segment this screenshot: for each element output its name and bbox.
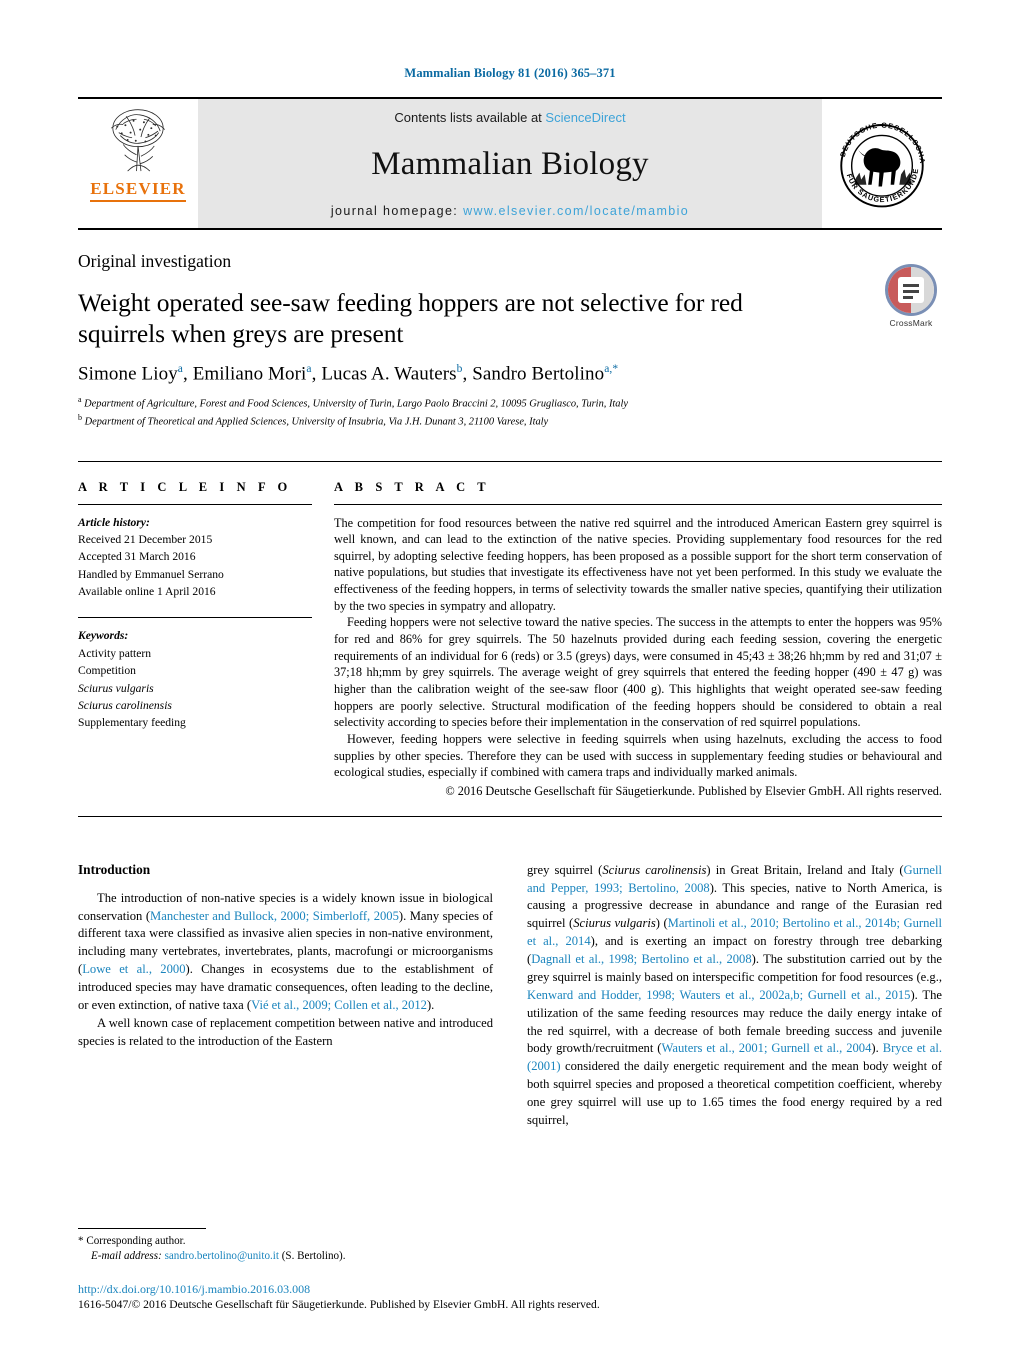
history-item: Received 21 December 2015 [78, 532, 213, 546]
body-paragraph: The introduction of non-native species i… [78, 890, 494, 1012]
journal-title: Mammalian Biology [371, 146, 649, 182]
society-logo: DEUTSCHE GESELLSCHAFT FÜR SÄUGETIERKUNDE [822, 99, 942, 228]
email-label: E-mail address: [91, 1250, 162, 1263]
body-paragraph: A well known case of replacement competi… [78, 1015, 493, 1048]
info-abstract-block: A R T I C L E I N F O Article history: R… [78, 460, 942, 800]
email-suffix: (S. Bertolino). [281, 1250, 346, 1263]
contents-prefix: Contents lists available at [394, 110, 546, 125]
abstract-rule [334, 503, 942, 505]
article-header: CrossMark Original investigation Weight … [78, 230, 942, 431]
article-info-column: A R T I C L E I N F O Article history: R… [78, 480, 334, 800]
article-history: Article history: Received 21 December 20… [78, 514, 312, 601]
article-section-type: Original investigation [78, 251, 232, 271]
footnote-text: * Corresponding author. E-mail address: … [78, 1234, 504, 1266]
affiliation-list: a Department of Agriculture, Forest and … [78, 394, 942, 430]
introduction-text-left: The introduction of non-native species i… [78, 890, 493, 1051]
introduction-heading: Introduction [78, 861, 151, 877]
affiliation-a: a Department of Agriculture, Forest and … [78, 395, 629, 410]
article-history-label: Article history: [78, 515, 150, 529]
abstract-copyright: © 2016 Deutsche Gesellschaft für Säugeti… [445, 784, 942, 799]
keyword-item: Competition [78, 664, 136, 678]
corresponding-author-footnote: * Corresponding author. E-mail address: … [78, 1227, 504, 1266]
body-paragraph: grey squirrel (Sciurus carolinensis) in … [527, 862, 943, 1127]
journal-homepage-link[interactable]: www.elsevier.com/locate/mambio [463, 204, 689, 218]
page-footer: http://dx.doi.org/10.1016/j.mambio.2016.… [78, 1281, 948, 1313]
elsevier-publisher-logo: ELSEVIER [78, 99, 198, 228]
issn-copyright-line: 1616-5047/© 2016 Deutsche Gesellschaft f… [78, 1298, 600, 1312]
journal-band: Contents lists available at ScienceDirec… [198, 99, 822, 228]
footnote-rule [78, 1227, 206, 1229]
journal-masthead: ELSEVIER Contents lists available at Sci… [78, 97, 942, 228]
article-info-rule [78, 503, 312, 505]
body-columns: Introduction The introduction of non-nat… [78, 862, 942, 1130]
crossmark-badge[interactable]: CrossMark [880, 264, 942, 328]
article-title: Weight operated see-saw feeding hoppers … [78, 288, 743, 349]
body-column-right: grey squirrel (Sciurus carolinensis) in … [527, 862, 942, 1130]
running-head: Mammalian Biology 81 (2016) 365–371 [404, 66, 616, 80]
sciencedirect-link[interactable]: ScienceDirect [545, 110, 625, 125]
keyword-item: Supplementary feeding [78, 716, 186, 730]
affiliation-b: b Department of Theoretical and Applied … [78, 413, 549, 428]
keyword-item: Activity pattern [78, 646, 152, 660]
keyword-item: Sciurus vulgaris [78, 681, 154, 695]
affiliation-b-text: Department of Theoretical and Applied Sc… [84, 416, 549, 428]
elsevier-tree-icon [111, 109, 165, 172]
society-seal-icon: DEUTSCHE GESELLSCHAFT FÜR SÄUGETIERKUNDE [830, 112, 926, 207]
body-column-left: Introduction The introduction of non-nat… [78, 862, 493, 1130]
abstract-column: A B S T R A C T The competition for food… [334, 480, 942, 800]
abstract-paragraph: However, feeding hoppers were selective … [334, 732, 942, 780]
homepage-prefix: journal homepage: [330, 204, 464, 218]
email-line: E-mail address: sandro.bertolino@unito.i… [78, 1249, 504, 1265]
abstract-bottom-rule [78, 815, 942, 817]
keywords-block: Keywords: Activity pattern Competition S… [78, 627, 312, 731]
abstract-body: The competition for food resources betwe… [334, 515, 942, 800]
keyword-item: Sciurus carolinensis [78, 699, 172, 713]
email-link[interactable]: sandro.bertolino@unito.it [165, 1250, 279, 1262]
history-item: Handled by Emmanuel Serrano [78, 567, 224, 581]
history-item: Available online 1 April 2016 [78, 585, 216, 599]
doi-link[interactable]: http://dx.doi.org/10.1016/j.mambio.2016.… [78, 1281, 948, 1297]
history-item: Accepted 31 March 2016 [78, 550, 196, 564]
crossmark-label: CrossMark [889, 318, 933, 328]
abstract-heading: A B S T R A C T [334, 479, 491, 494]
abstract-paragraph: The competition for food resources betwe… [334, 515, 942, 613]
article-info-heading: A R T I C L E I N F O [78, 479, 292, 494]
elsevier-underline [90, 200, 186, 202]
keywords-rule [78, 617, 312, 619]
keywords-label: Keywords: [78, 629, 129, 643]
elsevier-wordmark: ELSEVIER [90, 179, 186, 198]
corresponding-author-line: * Corresponding author. [78, 1234, 186, 1247]
author-list: Simone Lioya, Emiliano Moria, Lucas A. W… [78, 362, 619, 385]
introduction-text-right: grey squirrel (Sciurus carolinensis) in … [527, 862, 942, 1130]
affiliation-a-text: Department of Agriculture, Forest and Fo… [84, 398, 629, 410]
article-page: Mammalian Biology 81 (2016) 365–371 ELSE… [0, 0, 1020, 1351]
journal-homepage-line: journal homepage: www.elsevier.com/locat… [331, 204, 689, 218]
abstract-paragraph: Feeding hoppers were not selective towar… [334, 615, 942, 730]
crossmark-icon [885, 264, 937, 316]
contents-list-line: Contents lists available at ScienceDirec… [394, 110, 625, 125]
